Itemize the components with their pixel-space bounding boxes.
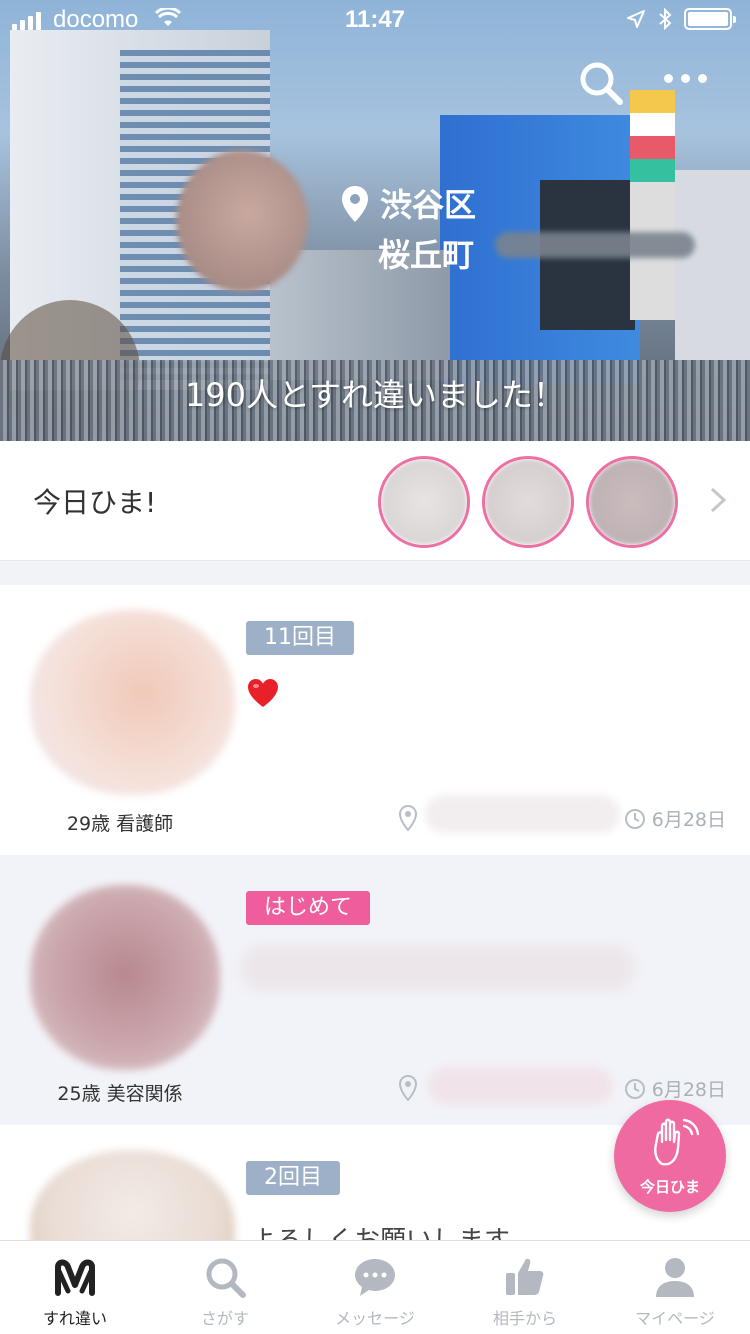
tab-label: さがす xyxy=(200,1309,249,1328)
list-item[interactable]: 11回目 29歳 看護師 6月28日 xyxy=(0,585,750,855)
more-icon[interactable] xyxy=(664,74,707,83)
message-preview: よろしくお願いします xyxy=(250,1220,510,1240)
tab-search[interactable]: さがす xyxy=(150,1241,300,1334)
tab-label: 相手から xyxy=(492,1309,557,1328)
location-pin-icon xyxy=(398,805,418,831)
chevron-right-icon[interactable] xyxy=(706,485,730,515)
encounter-date: 6月28日 xyxy=(624,1075,726,1102)
status-bar: docomo 11:47 xyxy=(0,0,750,40)
today-free-avatar[interactable] xyxy=(482,456,574,548)
bluetooth-icon xyxy=(659,8,672,30)
location-pin-icon xyxy=(342,186,368,222)
encounter-date-text: 6月28日 xyxy=(651,1079,726,1101)
heart-emoji xyxy=(248,679,278,707)
user-age-job: 29歳 看護師 xyxy=(66,813,174,835)
fab-label: 今日ひま xyxy=(639,1178,700,1196)
tab-mypage[interactable]: マイページ xyxy=(600,1241,750,1334)
first-time-badge: はじめて xyxy=(246,891,371,925)
search-icon xyxy=(206,1258,246,1298)
hero-photo-building xyxy=(675,170,750,360)
tab-bar: すれ違い さがす メッセージ 相手から マイページ xyxy=(0,1240,750,1334)
section-divider xyxy=(0,562,750,584)
tab-label: マイページ xyxy=(635,1309,715,1328)
encounter-date: 6月28日 xyxy=(624,805,726,832)
my-avatar[interactable] xyxy=(176,150,308,292)
search-icon[interactable] xyxy=(578,60,624,106)
chat-bubble-icon xyxy=(355,1259,395,1296)
encounter-date-text: 6月28日 xyxy=(651,809,726,831)
clock-icon xyxy=(624,808,645,829)
list-item[interactable]: はじめて 25歳 美容関係 6月28日 xyxy=(0,855,750,1125)
user-avatar[interactable] xyxy=(30,610,235,795)
pass-icon xyxy=(55,1259,95,1296)
tab-messages[interactable]: メッセージ xyxy=(300,1241,450,1334)
redacted-address xyxy=(495,232,695,258)
clock-icon xyxy=(624,1078,645,1099)
user-avatar[interactable] xyxy=(30,1150,235,1240)
person-icon xyxy=(656,1258,694,1297)
hero-header: docomo 11:47 渋谷区 桜丘町 190人とすれ違いました！ xyxy=(0,0,750,441)
today-free-fab[interactable]: 今日ひま xyxy=(614,1100,726,1212)
wave-hand-icon xyxy=(654,1118,700,1166)
today-free-row[interactable]: 今日ひま! xyxy=(0,441,750,561)
user-age-job: 25歳 美容関係 xyxy=(57,1083,183,1105)
hero-photo-building xyxy=(630,90,675,320)
tab-likes-received[interactable]: 相手から xyxy=(450,1241,600,1334)
location-pin-icon xyxy=(398,1075,418,1101)
redacted-message xyxy=(240,945,635,991)
today-free-avatar[interactable] xyxy=(586,456,678,548)
redacted-location xyxy=(428,1067,613,1105)
encounter-count-badge: 2回目 xyxy=(246,1161,340,1195)
user-avatar[interactable] xyxy=(30,885,220,1070)
location-ward: 渋谷区 xyxy=(380,186,477,224)
thumbs-up-icon xyxy=(506,1258,544,1295)
location-town: 桜丘町 xyxy=(378,236,475,274)
tab-label: すれ違い xyxy=(42,1309,107,1328)
tab-passed[interactable]: すれ違い xyxy=(0,1241,150,1334)
battery-icon xyxy=(684,8,736,30)
location-arrow-icon xyxy=(627,10,645,28)
today-free-avatar[interactable] xyxy=(378,456,470,548)
redacted-location xyxy=(425,795,620,833)
encounter-count-badge: 11回目 xyxy=(246,621,354,655)
tab-label: メッセージ xyxy=(335,1309,415,1328)
passed-count-text: 190人とすれ違いました！ xyxy=(184,376,566,414)
today-free-label: 今日ひま! xyxy=(33,486,157,519)
